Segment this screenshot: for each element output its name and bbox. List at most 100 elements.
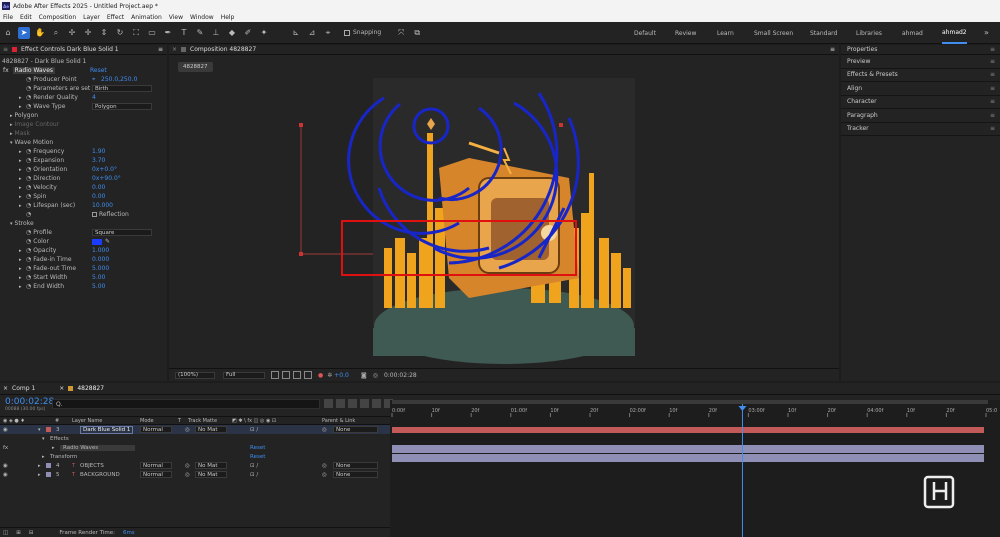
visibility-eye-icon[interactable]: ◉ bbox=[3, 427, 8, 433]
snapping-checkbox[interactable] bbox=[344, 29, 350, 36]
panel-effects-presets[interactable]: Effects & Presets ≡ bbox=[841, 69, 1000, 82]
layer-row-dark-blue-solid-1[interactable]: ◉ ▾ 3 Dark Blue Solid 1 Normal ◎ No Mat ⊡ / ◎ Non… bbox=[0, 425, 390, 434]
panel-tracker[interactable]: Tracker ≡ bbox=[841, 123, 1000, 136]
home-icon[interactable]: ⌂ bbox=[2, 27, 14, 39]
stopwatch-icon[interactable]: ◔ bbox=[26, 148, 31, 155]
layer-switches[interactable]: ⊡ / bbox=[250, 472, 258, 478]
parent-dropdown[interactable]: None bbox=[333, 426, 378, 433]
twirl-arrow-icon[interactable]: ▾ bbox=[42, 436, 45, 442]
twirl-arrow-icon[interactable]: ▸ bbox=[19, 194, 24, 200]
layer-mode-dropdown[interactable]: Normal bbox=[140, 462, 172, 469]
stopwatch-icon[interactable]: ◔ bbox=[26, 265, 31, 272]
stopwatch-icon[interactable]: ◔ bbox=[26, 193, 31, 200]
ec-value-end-width[interactable]: 5.00 bbox=[92, 283, 105, 290]
workspace-learn[interactable]: Learn bbox=[717, 22, 734, 44]
fx-toggle-icon[interactable]: fx bbox=[3, 445, 8, 451]
twirl-arrow-icon[interactable]: ▸ bbox=[19, 167, 24, 173]
twirl-arrow-icon[interactable]: ▸ bbox=[38, 472, 41, 478]
ec-value-start-width[interactable]: 5.00 bbox=[92, 274, 105, 281]
timeline-timecode[interactable]: 0:00:02:28 bbox=[5, 397, 54, 407]
label-color-icon[interactable] bbox=[46, 427, 51, 432]
stopwatch-icon[interactable]: ◔ bbox=[26, 184, 31, 191]
workspace-small-screen[interactable]: Small Screen bbox=[754, 22, 793, 44]
parent-link-header[interactable]: Parent & Link bbox=[322, 418, 355, 424]
orbit-tool-icon[interactable]: ✢ bbox=[66, 27, 78, 39]
world-axis-icon[interactable]: ⊿ bbox=[306, 27, 318, 39]
stopwatch-icon[interactable]: ◔ bbox=[26, 283, 31, 290]
menu-file[interactable]: File bbox=[3, 14, 13, 21]
twirl-arrow-icon[interactable]: ▸ bbox=[19, 284, 24, 290]
twirl-arrow-icon[interactable]: ▸ bbox=[42, 454, 45, 460]
stopwatch-icon[interactable]: ◔ bbox=[26, 76, 31, 83]
layer-switches[interactable]: ⊡ / bbox=[250, 463, 258, 469]
transparency-grid-icon[interactable] bbox=[282, 371, 290, 379]
show-snapshot-icon[interactable]: ◎ bbox=[373, 372, 378, 379]
timeline-tracks[interactable]: 0:00f 10f 20f 01:00f 10f 20f 02:00f 10f 20f 03:00… bbox=[390, 400, 1000, 537]
stopwatch-icon[interactable]: ◔ bbox=[26, 229, 31, 236]
draft-3d-icon[interactable] bbox=[336, 399, 345, 408]
crosshair-icon[interactable]: ⌖ bbox=[92, 76, 95, 84]
ec-value-direction[interactable]: 0x+90.0° bbox=[92, 175, 121, 182]
expand-panes-icon[interactable]: ⊞ bbox=[16, 530, 21, 536]
workspace-overflow-icon[interactable]: » bbox=[984, 28, 989, 37]
mode-header[interactable]: Mode bbox=[140, 418, 154, 424]
ec-value-fade-out[interactable]: 5.000 bbox=[92, 265, 109, 272]
pan-tool-icon[interactable]: ✛ bbox=[82, 27, 94, 39]
parent-pickwhip-icon[interactable]: ◎ bbox=[322, 463, 327, 469]
shy-layers-icon[interactable] bbox=[348, 399, 357, 408]
reflection-checkbox[interactable] bbox=[92, 212, 97, 217]
clone-stamp-tool-icon[interactable]: ⊥ bbox=[210, 27, 222, 39]
color-channels-icon[interactable]: ● bbox=[318, 372, 323, 379]
exposure-value[interactable]: +0.0 bbox=[334, 372, 349, 379]
layer-prop-transform[interactable]: ▸ Transform Reset bbox=[0, 452, 390, 461]
panel-align[interactable]: Align ≡ bbox=[841, 82, 1000, 96]
timeline-tab-4828827[interactable]: 4828827 bbox=[77, 385, 104, 392]
twirl-arrow-icon[interactable]: ▸ bbox=[19, 185, 24, 191]
track-matte-pickwhip-icon[interactable]: ◎ bbox=[185, 472, 190, 478]
effect-controls-tab[interactable]: Effect Controls Dark Blue Solid 1 bbox=[21, 46, 119, 53]
ec-value-spin[interactable]: 0.00 bbox=[92, 193, 105, 200]
snapshot-camera-icon[interactable]: ◙ bbox=[361, 372, 367, 379]
ec-value-opacity[interactable]: 1.000 bbox=[92, 247, 109, 254]
panel-menu-icon[interactable]: ≡ bbox=[990, 71, 995, 78]
twirl-arrow-icon[interactable]: ▸ bbox=[10, 113, 13, 119]
ec-value-expansion[interactable]: 3.70 bbox=[92, 157, 105, 164]
ec-dropdown-params-set-at[interactable]: Birth bbox=[92, 85, 152, 92]
stopwatch-icon[interactable]: ◔ bbox=[26, 202, 31, 209]
ec-value-frequency[interactable]: 1.90 bbox=[92, 148, 105, 155]
menu-layer[interactable]: Layer bbox=[83, 14, 100, 21]
track-matte-dropdown[interactable]: No Mat bbox=[195, 462, 227, 469]
parent-dropdown[interactable]: None bbox=[333, 471, 378, 478]
twirl-arrow-icon[interactable]: ▾ bbox=[10, 221, 13, 227]
grid-guides-icon[interactable] bbox=[304, 371, 312, 379]
layer-prop-reset[interactable]: Reset bbox=[250, 445, 265, 451]
panel-close-icon[interactable]: × bbox=[172, 46, 177, 53]
mask-visibility-icon[interactable] bbox=[293, 371, 301, 379]
eyedropper-icon[interactable]: ✎ bbox=[105, 238, 110, 245]
twirl-arrow-icon[interactable]: ▸ bbox=[19, 158, 24, 164]
comp-flowchart-icon[interactable] bbox=[324, 399, 333, 408]
stopwatch-icon[interactable]: ◔ bbox=[26, 94, 31, 101]
twirl-arrow-icon[interactable]: ▸ bbox=[19, 104, 24, 110]
track-matte-pickwhip-icon[interactable]: ◎ bbox=[185, 427, 190, 433]
work-area-bar[interactable] bbox=[392, 400, 988, 404]
ec-group-polygon[interactable]: Polygon bbox=[15, 112, 39, 119]
zoom-dropdown[interactable]: (100%) bbox=[175, 371, 215, 379]
panel-menu-icon[interactable]: ≡ bbox=[990, 98, 995, 105]
exposure-icon[interactable]: ✲ bbox=[327, 372, 332, 379]
layer-name[interactable]: BACKGROUND bbox=[80, 472, 120, 478]
workspace-standard[interactable]: Standard bbox=[810, 22, 837, 44]
twirl-arrow-icon[interactable]: ▾ bbox=[38, 427, 41, 433]
ec-value-velocity[interactable]: 0.00 bbox=[92, 184, 105, 191]
menu-animation[interactable]: Animation bbox=[131, 14, 162, 21]
layer-switches[interactable]: ⊡ / bbox=[250, 427, 258, 433]
parent-pickwhip-icon[interactable]: ◎ bbox=[322, 427, 327, 433]
color-swatch[interactable] bbox=[92, 238, 102, 245]
comp-viewer[interactable] bbox=[169, 78, 839, 368]
ec-value-lifespan[interactable]: 10.000 bbox=[92, 202, 113, 209]
comp-name-chip[interactable]: 4828827 bbox=[178, 62, 213, 72]
frame-blending-icon[interactable] bbox=[360, 399, 369, 408]
stopwatch-icon[interactable]: ◔ bbox=[26, 247, 31, 254]
zoom-tool-icon[interactable]: ⌕ bbox=[50, 27, 62, 39]
timeline-search-input[interactable]: Q. bbox=[52, 399, 320, 409]
